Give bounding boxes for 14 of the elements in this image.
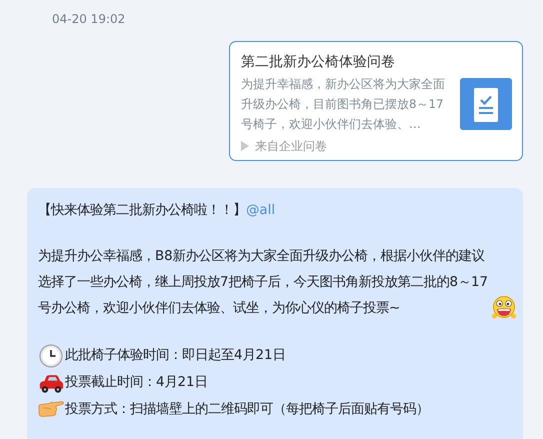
card-source: 来自企业问卷 (255, 138, 327, 154)
list-item-text: 此批椅子体验时间：即日起至4月21日 (65, 346, 286, 365)
timestamp: 04-20 19:02 (52, 11, 126, 27)
message-paragraph: 为提升办公幸福感，B8新办公区将为大家全面升级办公椅，根据小伙伴的建议选择了一些办公椅，继上周投放7把椅子后，今天图书角新投放第二批的8～17号办公椅，欢迎小伙伴们去体验、试坐，为你心仪的椅子投票~ (38, 248, 490, 318)
checklist-document-icon (460, 78, 512, 130)
card-title: 第二批新办公椅体验问卷 (241, 53, 396, 72)
play-icon (241, 141, 249, 151)
list-item-text: 投票方式：扫描墙壁上的二维码即可（每把椅子后面贴有号码） (65, 400, 429, 419)
message-headline: 【快来体验第二批新办公椅啦！！】 (38, 203, 246, 218)
grinning-emoji-icon (491, 295, 517, 321)
list-item-text: 投票截止时间：4月21日 (65, 374, 208, 392)
card-description: 为提升幸福感，新办公区将为大家全面升级办公椅，目前图书角已摆放8～17号椅子，欢迎小伙伴们去体验、… (241, 76, 446, 133)
survey-card[interactable]: 第二批新办公椅体验问卷 为提升幸福感，新办公区将为大家全面升级办公椅，目前图书角已摆放8～17号椅子，欢迎小伙伴们去体验、… 来自企业问卷 (229, 41, 523, 161)
clock-icon (38, 344, 64, 368)
